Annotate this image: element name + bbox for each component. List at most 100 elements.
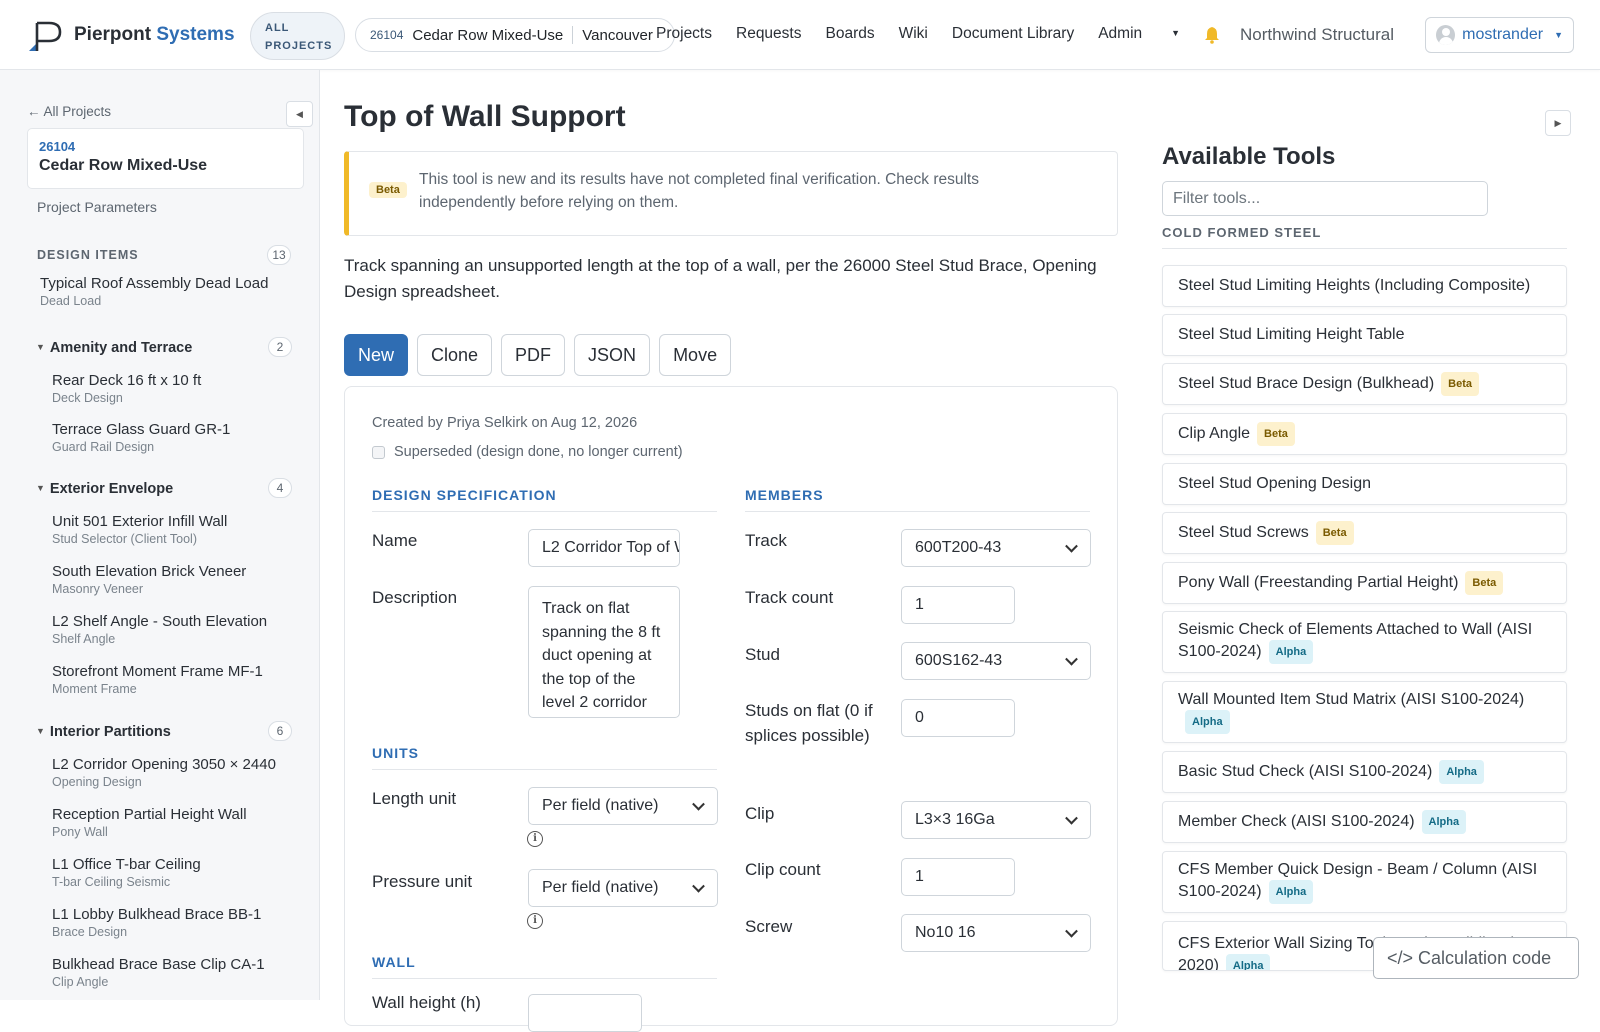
- screw-label: Screw: [745, 917, 793, 936]
- tool-item[interactable]: Steel Stud Brace Design (Bulkhead) Beta: [1162, 363, 1567, 405]
- caret-down-icon: ▼: [36, 483, 45, 493]
- user-menu-button[interactable]: mostrander ▼: [1425, 17, 1574, 53]
- tool-item[interactable]: Steel Stud Limiting Heights (Including C…: [1162, 265, 1567, 307]
- tool-item[interactable]: Steel Stud Screws Beta: [1162, 512, 1567, 554]
- description-label: Description: [372, 588, 458, 607]
- project-sidebar: ← All Projects ◀ 26104 Cedar Row Mixed-U…: [0, 70, 320, 1000]
- calculation-code-button[interactable]: </> Calculation code: [1373, 937, 1579, 979]
- move-button[interactable]: Move: [659, 334, 732, 376]
- nav-requests[interactable]: Requests: [736, 25, 801, 43]
- sidebar-item-unit-501-wall[interactable]: Unit 501 Exterior Infill Wall Stud Selec…: [52, 513, 319, 546]
- sidebar-item-moment-frame[interactable]: Storefront Moment Frame MF-1 Moment Fram…: [52, 663, 319, 696]
- units-heading: UNITS: [372, 745, 717, 770]
- tool-item[interactable]: Seismic Check of Elements Attached to Wa…: [1162, 611, 1567, 673]
- tool-item[interactable]: Steel Stud Limiting Height Table: [1162, 314, 1567, 356]
- tool-item[interactable]: Pony Wall (Freestanding Partial Height) B…: [1162, 562, 1567, 604]
- beta-warning-message: This tool is new and its results have no…: [419, 171, 979, 211]
- design-specification-heading: DESIGN SPECIFICATION: [372, 487, 717, 512]
- group-exterior-envelope[interactable]: ▼ Exterior Envelope 4: [36, 478, 296, 498]
- collapse-sidebar-button[interactable]: ◀: [286, 101, 313, 127]
- expand-tools-panel-button[interactable]: ▶: [1545, 110, 1571, 136]
- pressure-unit-select[interactable]: Per field (native): [528, 869, 718, 907]
- cold-formed-steel-heading: COLD FORMED STEEL: [1162, 225, 1567, 249]
- chevron-down-icon: [692, 879, 705, 893]
- nav-wiki[interactable]: Wiki: [899, 25, 928, 43]
- clip-count-input[interactable]: 1: [901, 858, 1015, 896]
- bell-icon[interactable]: [1203, 26, 1221, 44]
- sidebar-item-shelf-angle[interactable]: L2 Shelf Angle - South Elevation Shelf A…: [52, 613, 319, 646]
- new-button[interactable]: New: [344, 334, 409, 376]
- sidebar-item-bulkhead-brace[interactable]: L1 Lobby Bulkhead Brace BB-1 Brace Desig…: [52, 906, 319, 939]
- superseded-label: Superseded (design done, no longer curre…: [394, 444, 683, 460]
- tool-item[interactable]: Basic Stud Check (AISI S100-2024) Alpha: [1162, 751, 1567, 793]
- sidebar-item-base-clip[interactable]: Bulkhead Brace Base Clip CA-1 Clip Angle: [52, 956, 319, 989]
- beta-badge: Beta: [1315, 521, 1354, 545]
- nav-admin-dropdown[interactable]: Admin ▼: [1098, 25, 1204, 43]
- sidebar-project-card[interactable]: 26104 Cedar Row Mixed-Use: [27, 128, 304, 189]
- project-parameters-link[interactable]: Project Parameters: [37, 199, 157, 215]
- sidebar-item-terrace-glass-guard[interactable]: Terrace Glass Guard GR-1 Guard Rail Desi…: [52, 421, 319, 454]
- superseded-checkbox[interactable]: [372, 445, 385, 459]
- brand-name[interactable]: Pierpont Systems: [74, 24, 235, 46]
- logo-icon[interactable]: [27, 20, 65, 52]
- beta-warning-alert: Beta This tool is new and its results ha…: [344, 151, 1118, 236]
- beta-badge: Beta: [369, 182, 407, 198]
- sidebar-item-reception-wall[interactable]: Reception Partial Height Wall Pony Wall: [52, 806, 319, 839]
- name-input[interactable]: L2 Corridor Top of Wall: [528, 529, 680, 567]
- length-unit-select[interactable]: Per field (native): [528, 787, 718, 825]
- all-projects-button[interactable]: ALL PROJECTS: [250, 12, 345, 60]
- caret-left-icon: ◀: [296, 109, 303, 119]
- chevron-down-icon: [1065, 924, 1078, 938]
- tool-item[interactable]: Wall Mounted Item Stud Matrix (AISI S100…: [1162, 681, 1567, 743]
- caret-right-icon: ▶: [1554, 118, 1562, 128]
- filter-tools-input[interactable]: Filter tools...: [1162, 181, 1488, 216]
- description-textarea[interactable]: Track on flat spanning the 8 ft duct ope…: [528, 586, 680, 718]
- chevron-down-icon: [1065, 652, 1078, 666]
- group-interior-partitions[interactable]: ▼ Interior Partitions 6: [36, 721, 296, 741]
- alpha-badge: Alpha: [1185, 710, 1230, 734]
- tool-item[interactable]: Member Check (AISI S100-2024) Alpha: [1162, 801, 1567, 843]
- track-select[interactable]: 600T200-43: [901, 529, 1091, 567]
- project-city: Vancouver: [582, 26, 653, 44]
- caret-down-icon: ▼: [36, 342, 45, 352]
- nav-boards[interactable]: Boards: [825, 25, 874, 43]
- superseded-checkbox-row[interactable]: Superseded (design done, no longer curre…: [372, 444, 683, 460]
- pressure-unit-label: Pressure unit: [372, 872, 473, 891]
- clip-count-label: Clip count: [745, 860, 821, 879]
- nav-projects[interactable]: Projects: [656, 25, 712, 43]
- page-title: Top of Wall Support: [344, 100, 626, 133]
- json-button[interactable]: JSON: [574, 334, 651, 376]
- chevron-down-icon: [1065, 539, 1078, 553]
- sidebar-item-tbar-ceiling[interactable]: L1 Office T-bar Ceiling T-bar Ceiling Se…: [52, 856, 319, 889]
- pdf-button[interactable]: PDF: [501, 334, 566, 376]
- beta-badge: Beta: [1441, 372, 1479, 396]
- stud-label: Stud: [745, 645, 780, 664]
- track-count-input[interactable]: 1: [901, 586, 1015, 624]
- clone-button[interactable]: Clone: [417, 334, 493, 376]
- sidebar-item-rear-deck[interactable]: Rear Deck 16 ft x 10 ft Deck Design: [52, 372, 319, 405]
- project-name: Cedar Row Mixed-Use: [412, 26, 564, 44]
- info-icon[interactable]: i: [527, 913, 543, 929]
- caret-down-icon: ▼: [1554, 30, 1563, 40]
- company-name: Northwind Structural: [1240, 25, 1395, 44]
- stud-select[interactable]: 600S162-43: [901, 642, 1091, 680]
- top-navbar: Pierpont Systems ALL PROJECTS 26104 Ceda…: [0, 0, 1600, 70]
- info-icon[interactable]: i: [527, 831, 543, 847]
- clip-select[interactable]: L3×3 16Ga: [901, 801, 1091, 839]
- tool-item[interactable]: CFS Member Quick Design - Beam / Column …: [1162, 851, 1567, 913]
- group-amenity-and-terrace[interactable]: ▼ Amenity and Terrace 2: [36, 337, 296, 357]
- alpha-badge: Alpha: [1268, 640, 1314, 664]
- sidebar-item-brick-veneer[interactable]: South Elevation Brick Veneer Masonry Ven…: [52, 563, 319, 596]
- length-unit-label: Length unit: [372, 789, 457, 808]
- screw-select[interactable]: No10 16: [901, 914, 1091, 952]
- tool-item[interactable]: Clip Angle Beta: [1162, 413, 1567, 455]
- track-label: Track: [745, 531, 787, 550]
- tool-item[interactable]: Steel Stud Opening Design: [1162, 463, 1567, 505]
- sidebar-item-typical-roof[interactable]: Typical Roof Assembly Dead Load Dead Loa…: [40, 275, 310, 308]
- studs-on-flat-input[interactable]: 0: [901, 699, 1015, 737]
- nav-document-library[interactable]: Document Library: [952, 25, 1074, 43]
- sidebar-item-l2-corridor-opening[interactable]: L2 Corridor Opening 3050 × 2440 Opening …: [52, 756, 319, 789]
- wall-heading: WALL: [372, 954, 717, 979]
- back-to-all-projects-link[interactable]: ← All Projects: [27, 104, 111, 119]
- current-project-pill[interactable]: 26104 Cedar Row Mixed-Use Vancouver: [355, 18, 675, 52]
